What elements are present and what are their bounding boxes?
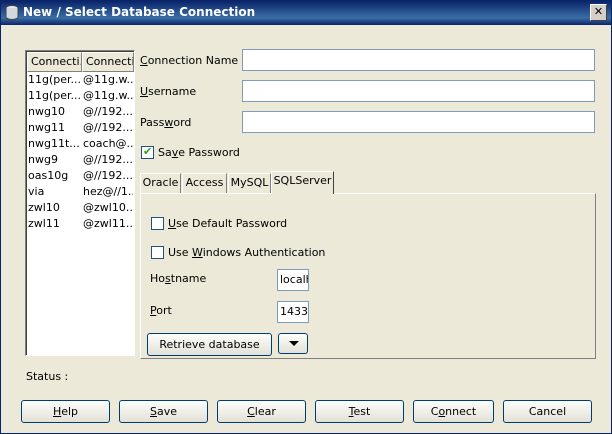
connection-details-cell: @//192.... [83,169,133,182]
table-row[interactable]: oas10g @//192.... [27,168,133,184]
table-row[interactable]: zwl11 @zwl11... [27,216,133,232]
use-windows-auth-checkbox[interactable] [151,246,164,259]
save-password-label: Save Password [158,146,240,159]
table-row[interactable]: nwg11t... coach@... [27,136,133,152]
close-window-button[interactable]: ✕ [590,4,607,21]
connection-name-cell: oas10g [28,169,69,182]
retrieve-database-button[interactable]: Retrieve database [147,333,272,356]
test-button[interactable]: Test [315,400,404,423]
connection-name-cell: nwg11t... [28,137,80,150]
table-row[interactable]: nwg10 @//192.... [27,104,133,120]
connection-details-cell: coach@... [83,137,133,150]
password-input[interactable] [242,111,595,133]
connections-table[interactable]: Connecti... Connecti... 11g(per...@11g.w… [25,50,135,356]
port-input[interactable]: 1433 [277,301,309,323]
tab-mysql[interactable]: MySQL [228,173,271,193]
column-header-connection-name[interactable]: Connecti... [27,52,82,72]
connection-details-cell: @//192.... [83,153,133,166]
connection-details-cell: @11g.w... [83,73,133,86]
connection-name-input[interactable] [242,49,595,71]
dropdown-arrow-icon [289,341,299,346]
connection-details-cell: @11g.w... [83,89,133,102]
hostname-input[interactable]: localh [277,269,309,291]
save-password-checkbox[interactable] [141,145,154,159]
cancel-button[interactable]: Cancel [503,400,592,423]
connection-name-cell: 11g(per... [28,89,80,102]
connection-details-cell: hez@//1... [83,185,133,198]
connection-details-cell: @//192.... [83,105,133,118]
window-title: New / Select Database Connection [23,5,256,19]
connection-name-label: Connection Name [140,54,239,67]
dialog-window: New / Select Database Connection ✕ Conne… [0,0,612,434]
connection-name-cell: nwg10 [28,105,65,118]
help-button[interactable]: Help [21,400,110,423]
table-row[interactable]: 11g(per... @11g.w... [27,88,133,104]
table-row[interactable]: nwg11 @//192.... [27,120,133,136]
status-label: Status : [26,370,69,383]
tab-access[interactable]: Access [182,173,227,193]
use-default-password-label: Use Default Password [168,217,288,230]
save-button[interactable]: Save [119,400,208,423]
hostname-label: Hostname [150,272,207,285]
use-default-password-checkbox[interactable] [151,217,164,230]
connection-name-cell: zwl10 [28,201,60,214]
connect-button[interactable]: Connect [413,400,494,423]
retrieve-database-dropdown-button[interactable] [278,333,308,354]
use-windows-auth-label: Use Windows Authentication [168,246,326,259]
password-label: Password [140,116,192,129]
table-row[interactable]: zwl10 @zwl10... [27,200,133,216]
connection-name-cell: nwg9 [28,153,58,166]
username-label: Username [140,85,197,98]
connection-details-cell: @zwl10... [83,201,133,214]
clear-button[interactable]: Clear [217,400,306,423]
table-row[interactable]: 11g(per... @11g.w... [27,72,133,88]
table-row[interactable]: via hez@//1... [27,184,133,200]
title-bar[interactable]: New / Select Database Connection ✕ [1,1,611,25]
column-header-connection-details[interactable]: Connecti... [82,52,134,72]
tab-sqlserver[interactable]: SQLServer [271,171,334,196]
username-input[interactable] [242,80,595,102]
database-icon [5,5,19,20]
connection-name-cell: via [28,185,45,198]
connection-details-cell: @zwl11... [83,217,133,230]
connection-name-cell: 11g(per... [28,73,80,86]
table-row[interactable]: nwg9 @//192.... [27,152,133,168]
connection-name-cell: zwl11 [28,217,60,230]
connection-details-cell: @//192.... [83,121,133,134]
port-label: Port [150,304,172,317]
connection-name-cell: nwg11 [28,121,65,134]
tab-oracle[interactable]: Oracle [140,173,181,193]
